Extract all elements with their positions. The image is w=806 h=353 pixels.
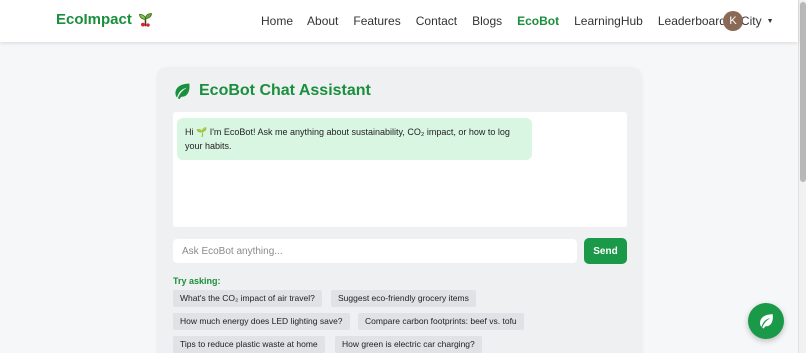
floating-chat-button[interactable]	[748, 303, 784, 339]
nav-features[interactable]: Features	[353, 14, 400, 28]
chat-title: EcoBot Chat Assistant	[172, 82, 371, 100]
bot-message: Hi 🌱 I'm EcoBot! Ask me anything about s…	[177, 118, 532, 160]
city-label: City	[740, 14, 762, 28]
sprout-icon	[138, 13, 152, 27]
nav-home[interactable]: Home	[261, 14, 293, 28]
suggestion-chip[interactable]: What's the CO₂ impact of air travel?	[173, 290, 322, 307]
suggestion-chip[interactable]: How much energy does LED lighting save?	[173, 313, 350, 330]
chat-window: Hi 🌱 I'm EcoBot! Ask me anything about s…	[173, 112, 627, 227]
suggestion-chip[interactable]: Tips to reduce plastic waste at home	[173, 336, 325, 353]
nav-city-dropdown[interactable]: City ▼	[741, 14, 774, 28]
chat-title-text: EcoBot Chat Assistant	[199, 82, 371, 99]
user-avatar[interactable]: K	[723, 11, 743, 31]
suggestion-chip[interactable]: Suggest eco-friendly grocery items	[331, 290, 476, 307]
nav-learninghub[interactable]: LearningHub	[574, 14, 643, 28]
page-scrollbar[interactable]	[798, 0, 806, 353]
scrollbar-thumb[interactable]	[800, 2, 806, 182]
suggestion-chip[interactable]: How green is electric car charging?	[335, 336, 482, 353]
chat-input[interactable]	[173, 239, 577, 263]
nav-ecobot[interactable]: EcoBot	[517, 14, 559, 28]
navbar: EcoImpact Home About Features Contact Bl…	[0, 0, 798, 42]
leaf-icon	[760, 314, 773, 329]
try-asking-label: Try asking:	[173, 276, 221, 286]
nav-links: Home About Features Contact Blogs EcoBot…	[261, 0, 774, 42]
nav-blogs[interactable]: Blogs	[472, 14, 502, 28]
caret-down-icon: ▼	[766, 18, 774, 25]
nav-contact[interactable]: Contact	[416, 14, 457, 28]
suggestion-chip[interactable]: Compare carbon footprints: beef vs. tofu	[358, 313, 524, 330]
leaf-icon	[175, 83, 190, 100]
nav-about[interactable]: About	[307, 14, 338, 28]
send-button[interactable]: Send	[584, 238, 627, 264]
brand-logo[interactable]: EcoImpact	[56, 11, 154, 28]
nav-leaderboard[interactable]: Leaderboard	[658, 14, 726, 28]
brand-name: EcoImpact	[56, 11, 132, 28]
